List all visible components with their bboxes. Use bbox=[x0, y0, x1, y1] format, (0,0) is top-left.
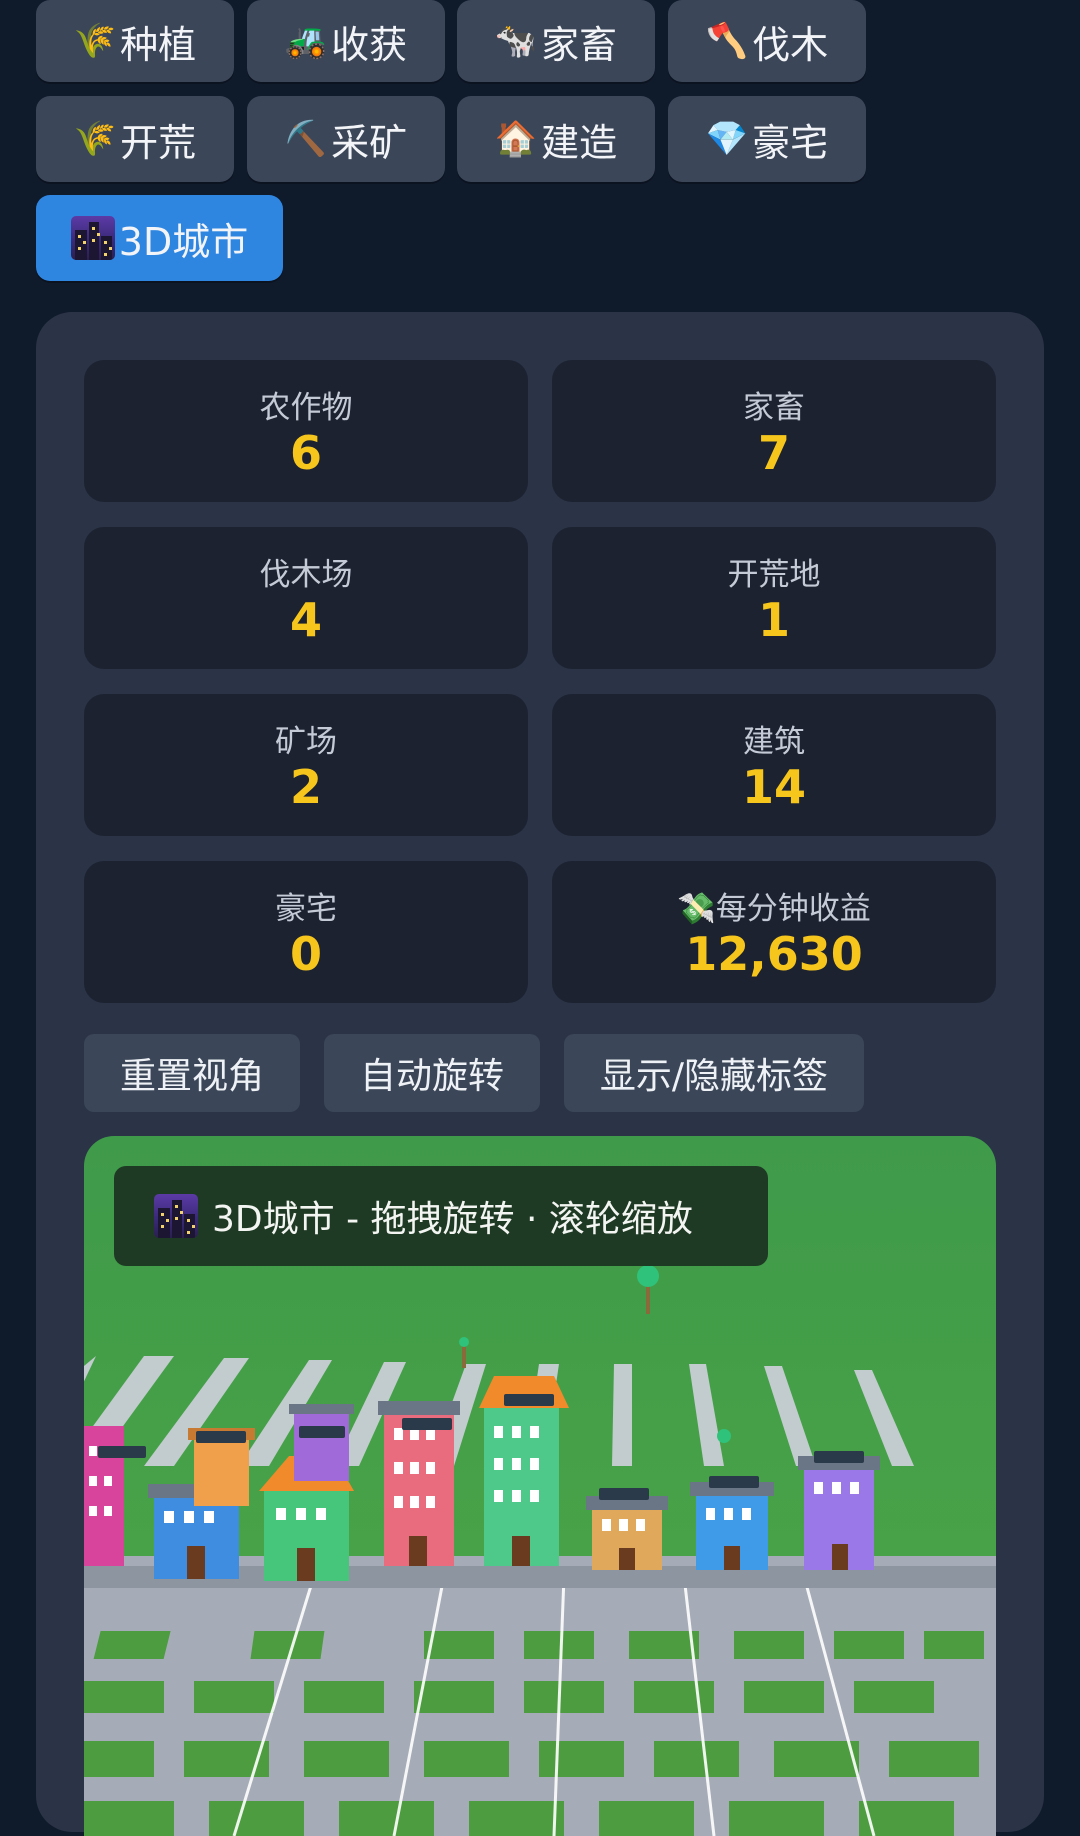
stat-value: 1 bbox=[757, 593, 790, 647]
stat-value: 0 bbox=[289, 927, 322, 981]
stat-value: 14 bbox=[741, 760, 806, 814]
scene-hint-banner: 3D城市 - 拖拽旋转 · 滚轮缩放 bbox=[114, 1166, 768, 1266]
building-violet bbox=[798, 1456, 880, 1570]
tab-mining[interactable]: ⛏️ 采矿 bbox=[247, 96, 445, 182]
stat-label: 伐木场 bbox=[259, 557, 353, 593]
tab-label: 豪宅 bbox=[752, 120, 829, 165]
stat-buildings: 建筑 14 bbox=[552, 694, 996, 836]
stat-lumber-yards: 伐木场 4 bbox=[84, 527, 528, 669]
tab-label: 建造 bbox=[541, 120, 618, 165]
tab-reclaim[interactable]: 🌾 开荒 bbox=[36, 96, 234, 182]
gem-icon: 💎 bbox=[705, 119, 749, 159]
tab-build[interactable]: 🏠 建造 bbox=[457, 96, 655, 182]
stat-crops: 农作物 6 bbox=[84, 360, 528, 502]
wheat-icon: 🌾 bbox=[73, 21, 117, 61]
stat-mansions: 豪宅 0 bbox=[84, 861, 528, 1003]
toggle-labels-button[interactable]: 显示/隐藏标签 bbox=[564, 1034, 864, 1112]
city-night-icon bbox=[70, 216, 115, 260]
stat-label: 家畜 bbox=[743, 390, 805, 426]
tab-label: 种植 bbox=[120, 22, 197, 67]
tractor-icon: 🚜 bbox=[284, 21, 328, 61]
stat-label: 💸每分钟收益 bbox=[677, 891, 871, 927]
building-purple-small bbox=[289, 1404, 354, 1481]
road-grid bbox=[84, 1556, 996, 1836]
stat-value: 12,630 bbox=[685, 927, 863, 981]
stat-livestock: 家畜 7 bbox=[552, 360, 996, 502]
stat-value: 7 bbox=[757, 426, 790, 480]
cow-icon: 🐄 bbox=[494, 21, 538, 61]
tab-livestock[interactable]: 🐄 家畜 bbox=[457, 0, 655, 82]
city-3d-viewport[interactable]: 3D城市 - 拖拽旋转 · 滚轮缩放 bbox=[84, 1136, 996, 1836]
stat-value: 2 bbox=[289, 760, 322, 814]
stat-label: 开荒地 bbox=[727, 557, 821, 593]
reset-view-button[interactable]: 重置视角 bbox=[84, 1034, 300, 1112]
tab-harvest[interactable]: 🚜 收获 bbox=[247, 0, 445, 82]
stat-income-per-minute: 💸每分钟收益 12,630 bbox=[552, 861, 996, 1003]
stat-label: 矿场 bbox=[275, 724, 337, 760]
tab-label: 伐木 bbox=[752, 22, 829, 67]
wheat-icon: 🌾 bbox=[73, 119, 117, 159]
tab-3d-city[interactable]: 3D城市 bbox=[36, 195, 283, 281]
stat-label: 农作物 bbox=[259, 390, 353, 426]
tab-label: 收获 bbox=[331, 22, 408, 67]
pickaxe-icon: ⛏️ bbox=[284, 119, 328, 159]
stat-label: 建筑 bbox=[743, 724, 805, 760]
scene-hint-text: 3D城市 - 拖拽旋转 · 滚轮缩放 bbox=[212, 1199, 693, 1240]
building-tan bbox=[586, 1496, 668, 1570]
house-icon: 🏠 bbox=[494, 119, 538, 159]
tab-label: 家畜 bbox=[541, 22, 618, 67]
stat-value: 4 bbox=[289, 593, 322, 647]
tab-label: 采矿 bbox=[331, 120, 408, 165]
stat-mines: 矿场 2 bbox=[84, 694, 528, 836]
tab-label: 开荒 bbox=[120, 120, 197, 165]
stat-label: 豪宅 bbox=[275, 891, 337, 927]
stat-reclaimed-land: 开荒地 1 bbox=[552, 527, 996, 669]
tab-label: 3D城市 bbox=[118, 219, 249, 264]
auto-rotate-button[interactable]: 自动旋转 bbox=[324, 1034, 540, 1112]
tab-logging[interactable]: 🪓 伐木 bbox=[668, 0, 866, 82]
stat-value: 6 bbox=[289, 426, 322, 480]
axe-icon: 🪓 bbox=[705, 21, 749, 61]
tab-mansion[interactable]: 💎 豪宅 bbox=[668, 96, 866, 182]
city-night-icon bbox=[154, 1194, 198, 1238]
tab-plant[interactable]: 🌾 种植 bbox=[36, 0, 234, 82]
